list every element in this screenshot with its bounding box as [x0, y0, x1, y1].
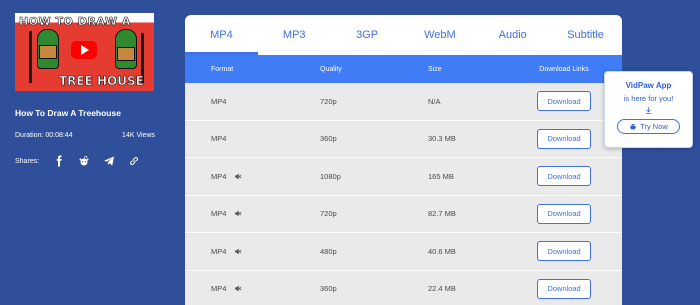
- row-quality: 360p: [320, 134, 337, 144]
- row-size: 22.4 MB: [428, 284, 456, 294]
- tab-audio[interactable]: Audio: [476, 15, 549, 55]
- video-info-panel: HOW TO DRAW A TREE HOUSE How To Draw A T…: [15, 13, 155, 167]
- row-size: 165 MB: [428, 171, 454, 181]
- download-icon: [605, 106, 692, 116]
- header-size: Size: [428, 65, 442, 73]
- reddit-icon[interactable]: [78, 155, 90, 167]
- header-quality: Quality: [320, 65, 342, 73]
- thumbnail-title-top: HOW TO DRAW A: [19, 15, 131, 29]
- mute-icon: [234, 172, 243, 181]
- download-options-card: MP4 MP3 3GP WebM Audio Subtitle Format Q…: [185, 15, 622, 305]
- video-meta: Duration: 00:08:44 14K Views: [15, 132, 155, 139]
- mute-icon: [234, 209, 243, 218]
- mute-icon: [234, 284, 243, 293]
- thumbnail-house-right: [117, 47, 135, 61]
- row-quality: 720p: [320, 96, 337, 106]
- tab-mp3[interactable]: MP3: [258, 15, 331, 55]
- play-icon[interactable]: [71, 41, 97, 59]
- row-format: MP4: [211, 209, 227, 219]
- shares-label: Shares:: [15, 157, 40, 165]
- mute-icon: [234, 247, 243, 256]
- video-thumbnail[interactable]: HOW TO DRAW A TREE HOUSE: [15, 13, 154, 91]
- row-size: 30.3 MB: [428, 134, 456, 144]
- row-quality: 1080p: [320, 171, 341, 181]
- video-views: 14K Views: [122, 132, 155, 139]
- table-row: MP4 360p 30.3 MB Download: [185, 120, 622, 158]
- header-format: Format: [211, 65, 234, 73]
- popup-title: VidPaw App: [625, 81, 672, 90]
- video-title: How To Draw A Treehouse: [15, 108, 121, 118]
- table-row: MP4 720p N/A Download: [185, 83, 622, 121]
- popup-subtitle: is here for you!: [623, 94, 674, 103]
- row-size: 40.6 MB: [428, 246, 456, 256]
- download-button[interactable]: Download: [537, 166, 591, 187]
- row-size: 82.7 MB: [428, 209, 456, 219]
- row-size: N/A: [428, 96, 441, 106]
- format-tabs: MP4 MP3 3GP WebM Audio Subtitle: [185, 15, 622, 55]
- share-bar: Shares:: [15, 155, 155, 167]
- thumbnail-pole: [29, 31, 32, 83]
- video-duration: Duration: 00:08:44: [15, 132, 73, 139]
- download-button[interactable]: Download: [537, 278, 591, 299]
- tab-webm[interactable]: WebM: [403, 15, 476, 55]
- row-format: MP4: [211, 284, 227, 294]
- thumbnail-title-bottom: TREE HOUSE: [59, 74, 144, 89]
- row-format: MP4: [211, 134, 227, 144]
- tab-subtitle[interactable]: Subtitle: [549, 15, 622, 55]
- tab-mp4[interactable]: MP4: [185, 15, 258, 55]
- link-icon[interactable]: [128, 155, 140, 167]
- table-row: MP4 480p 40.6 MB Download: [185, 233, 622, 271]
- row-format: MP4: [211, 171, 227, 181]
- vidpaw-app-popup: VidPaw App is here for you! Try Now: [604, 71, 693, 148]
- download-button[interactable]: Download: [537, 241, 591, 262]
- download-button[interactable]: Download: [537, 203, 591, 224]
- android-icon: [630, 123, 637, 130]
- row-quality: 480p: [320, 246, 337, 256]
- download-button[interactable]: Download: [537, 91, 591, 112]
- row-quality: 360p: [320, 284, 337, 294]
- tab-3gp[interactable]: 3GP: [331, 15, 404, 55]
- table-header: Format Quality Size Download Links: [185, 55, 622, 83]
- row-format: MP4: [211, 246, 227, 256]
- row-quality: 720p: [320, 209, 337, 219]
- thumbnail-house-left: [39, 45, 57, 59]
- try-now-button[interactable]: Try Now: [617, 119, 680, 134]
- try-now-label: Try Now: [640, 122, 668, 131]
- table-row: MP4 720p 82.7 MB Download: [185, 195, 622, 233]
- telegram-icon[interactable]: [103, 155, 115, 167]
- table-row: MP4 360p 22.4 MB Download: [185, 270, 622, 305]
- facebook-icon[interactable]: [53, 155, 65, 167]
- row-format: MP4: [211, 96, 227, 106]
- download-button[interactable]: Download: [537, 128, 591, 149]
- table-row: MP4 1080p 165 MB Download: [185, 158, 622, 196]
